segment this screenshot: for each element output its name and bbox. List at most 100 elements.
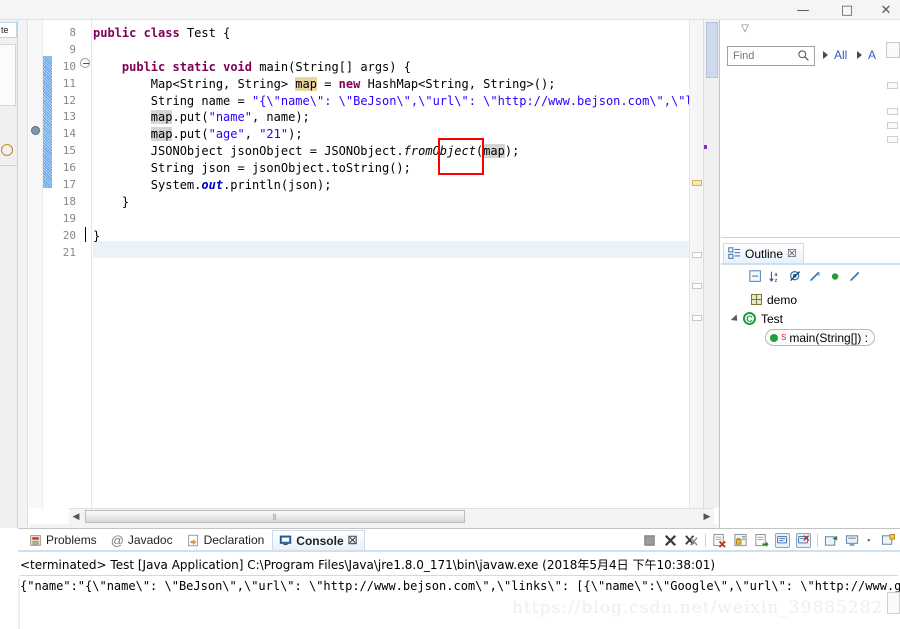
dropdown-arrow-icon[interactable]: [866, 533, 875, 548]
outline-item-label: Test: [761, 311, 784, 326]
fold-collapse-icon[interactable]: [80, 58, 90, 68]
editor-horizontal-scrollbar[interactable]: ◀ ‖ ▶: [69, 508, 714, 524]
tab-label: Javadoc: [127, 533, 173, 547]
code-line: System.out.println(json);: [93, 178, 332, 193]
folding-ruler[interactable]: [78, 20, 92, 508]
close-icon[interactable]: ☒: [787, 247, 797, 260]
left-sliver-tab[interactable]: te: [0, 22, 17, 38]
toolbar-separator: [817, 534, 818, 547]
outline-selected-chip[interactable]: S main(String[]) :: [765, 329, 876, 346]
terminate-icon[interactable]: [642, 533, 657, 548]
editor-inner: 8 9 10 11 12 13 14 15 16 17 18 19 20 21 public class …: [29, 20, 719, 528]
line-number: 11: [62, 76, 76, 90]
overview-marker[interactable]: [692, 315, 702, 321]
open-console-icon[interactable]: [824, 533, 839, 548]
scroll-lock-icon[interactable]: [733, 533, 748, 548]
overview-marker[interactable]: [692, 252, 702, 258]
find-a-link[interactable]: A: [868, 48, 876, 62]
overview-marker-warning[interactable]: [692, 180, 702, 186]
search-result-box: [887, 136, 898, 143]
static-modifier-label: S: [781, 333, 787, 342]
code-line: map.put("age", "21");: [150, 127, 303, 142]
code-line: public class Test {: [93, 26, 231, 40]
tab-declaration[interactable]: Declaration: [181, 530, 271, 550]
code-line: Map<String, String> map = new HashMap<St…: [93, 76, 556, 91]
pin-console-icon[interactable]: [775, 533, 790, 548]
find-all-link[interactable]: All: [834, 48, 847, 62]
outline-item-label: demo: [767, 292, 798, 307]
outline-item-demo[interactable]: demo: [751, 290, 797, 309]
outline-item-test[interactable]: C Test: [730, 309, 784, 328]
close-icon[interactable]: ☒: [348, 534, 358, 547]
code-line: String json = jsonObject.toString();: [93, 161, 411, 176]
outline-item-main-method[interactable]: S main(String[]) :: [765, 328, 876, 347]
window-titlebar: — □ ✕: [0, 0, 900, 20]
scroll-right-icon[interactable]: ▶: [700, 509, 714, 524]
line-number: 10: [62, 59, 76, 73]
overview-marker[interactable]: [692, 283, 702, 289]
overview-ruler[interactable]: [689, 20, 703, 508]
chevron-down-icon[interactable]: ▽: [737, 22, 753, 36]
console-menu-icon[interactable]: [845, 533, 860, 548]
class-icon: C: [743, 312, 756, 325]
sort-alphabetically-icon[interactable]: a z: [769, 270, 782, 283]
scroll-left-icon[interactable]: ◀: [69, 509, 83, 524]
display-selected-console-icon[interactable]: [796, 533, 811, 548]
tab-outline[interactable]: Outline ☒: [723, 243, 804, 263]
find-next-icon[interactable]: [857, 51, 862, 59]
left-sliver-circle-icon: [1, 144, 13, 156]
left-sliver-panel: [0, 44, 16, 106]
tab-console[interactable]: Console ☒: [272, 530, 365, 550]
outline-icon: [728, 247, 741, 259]
collapse-all-icon[interactable]: [749, 269, 762, 283]
editor-horizontal-scroll-thumb[interactable]: ‖: [85, 510, 465, 523]
console-scrollbar-corner[interactable]: [887, 592, 900, 614]
annotation-ruler[interactable]: [29, 20, 43, 508]
console-divider: [20, 575, 898, 576]
outline-item-label: main(String[]) :: [789, 330, 869, 345]
minimize-button[interactable]: —: [783, 0, 823, 20]
toolbar-separator: [705, 534, 706, 547]
maximize-button[interactable]: □: [827, 0, 867, 20]
editor-vertical-scrollbar[interactable]: [703, 20, 719, 508]
find-previous-icon[interactable]: [823, 51, 828, 59]
java-editor[interactable]: 8 9 10 11 12 13 14 15 16 17 18 19 20 21 public class …: [18, 20, 720, 528]
show-console-on-output-icon[interactable]: [754, 533, 769, 548]
hide-fields-icon[interactable]: [829, 270, 842, 283]
tab-label: Console: [296, 533, 344, 548]
editor-vertical-scroll-thumb[interactable]: [706, 22, 718, 78]
remove-launch-icon[interactable]: [663, 533, 678, 548]
watermark-text: https://blog.csdn.net/weixin_39885282: [512, 598, 884, 618]
search-icon[interactable]: [797, 49, 810, 62]
hide-local-types-icon[interactable]: [849, 270, 862, 283]
line-number: 18: [62, 194, 76, 208]
search-result-box: [887, 108, 898, 115]
remove-all-terminated-icon[interactable]: [684, 533, 699, 548]
chevron-down-icon[interactable]: [730, 313, 741, 324]
tab-problems[interactable]: Problems: [23, 530, 103, 550]
code-text[interactable]: public class Test { public static void m…: [93, 20, 689, 508]
code-line: }: [93, 194, 130, 209]
outline-tab-label: Outline: [745, 246, 784, 261]
hide-static-icon[interactable]: s: [809, 270, 822, 283]
breakpoint-icon[interactable]: [31, 126, 40, 135]
console-output-text: {"name":"{\"name\": \"BeJson\",\"url\": …: [20, 579, 900, 593]
search-result-box: [887, 122, 898, 129]
clear-console-icon[interactable]: [712, 533, 727, 548]
line-number: 8: [69, 26, 76, 39]
line-number: 21: [62, 245, 76, 259]
line-number: 14: [62, 127, 76, 141]
search-view-tool-icon[interactable]: [886, 42, 900, 58]
close-button[interactable]: ✕: [866, 0, 900, 20]
bottom-tab-strip: Problems @ Javadoc Declaration Console ☒: [18, 529, 618, 551]
console-icon: [280, 535, 292, 546]
hide-non-public-icon[interactable]: [789, 270, 802, 283]
minimize-icon: —: [796, 2, 810, 18]
outline-view: Outline ☒ a z s demo C Test S main(Strin…: [721, 238, 900, 528]
new-console-view-icon[interactable]: [881, 533, 896, 548]
javadoc-icon: @: [110, 532, 124, 548]
scrollbar-annotation-mark: [704, 145, 707, 149]
tab-javadoc[interactable]: @ Javadoc: [105, 530, 179, 550]
line-number: 12: [62, 93, 76, 107]
